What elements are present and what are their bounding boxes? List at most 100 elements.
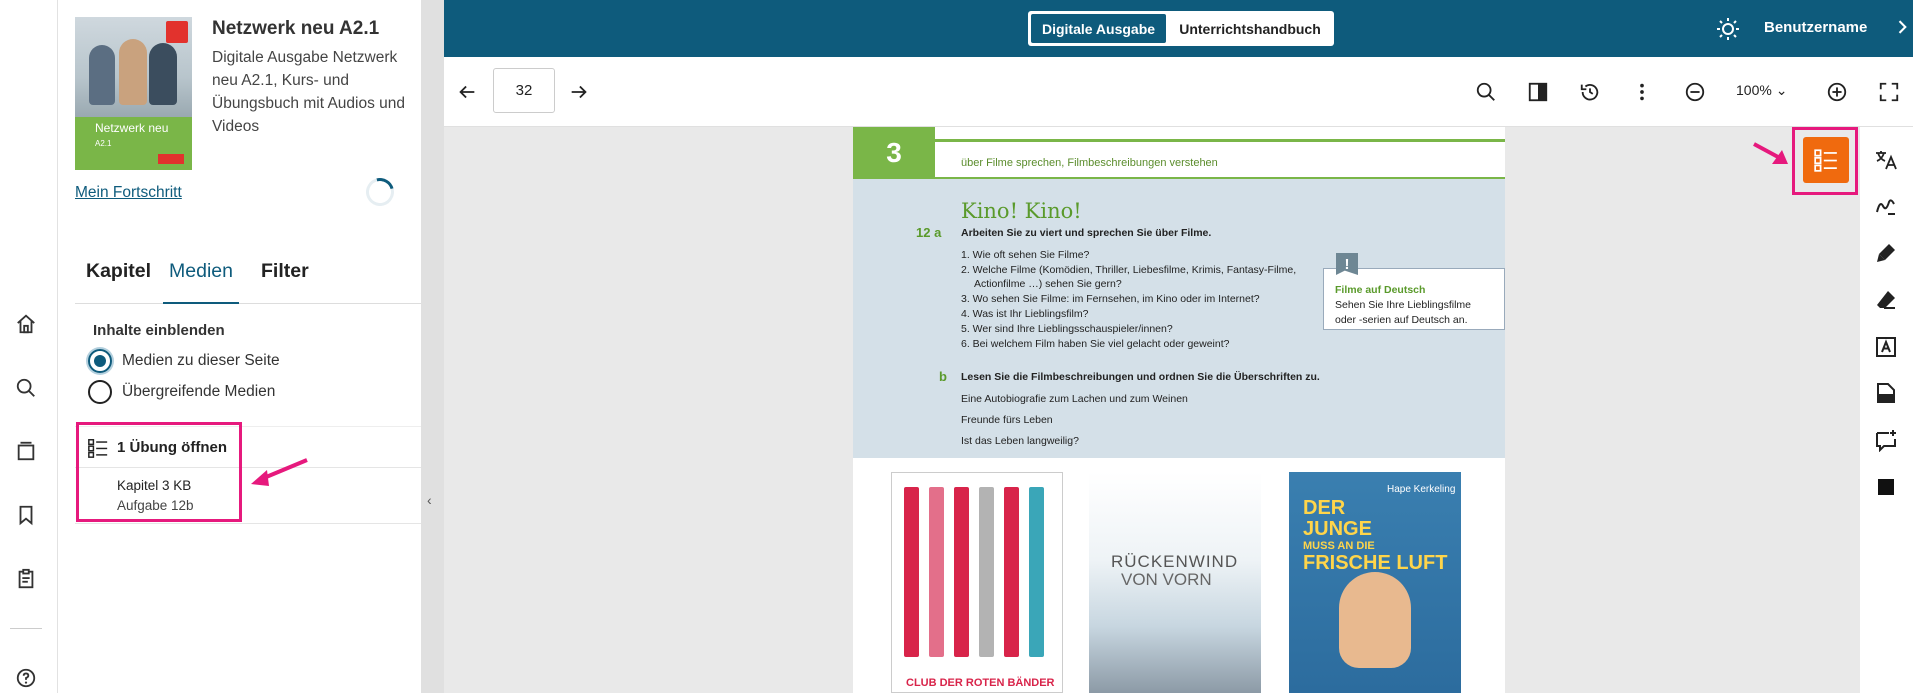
poster-title: VON VORN: [1121, 570, 1212, 589]
question: 6. Bei welchem Film haben Sie viel gelac…: [961, 338, 1230, 350]
cover-person: [89, 45, 115, 105]
pointer-arrow-icon: [1753, 142, 1788, 164]
square-icon[interactable]: [1873, 474, 1899, 500]
search-icon[interactable]: [13, 375, 39, 401]
sidebar: Netzwerk neu A2.1 Netzwerk neu A2.1 Digi…: [58, 0, 421, 693]
poster-title: RÜCKENWIND: [1111, 552, 1239, 571]
sun-icon[interactable]: [1716, 17, 1740, 41]
teacher-handbook-button[interactable]: Unterrichtshandbuch: [1168, 14, 1332, 43]
history-icon[interactable]: [1577, 79, 1603, 105]
highlight-frame: [1792, 127, 1858, 195]
question: Actionfilme …) sehen Sie gern?: [974, 278, 1122, 290]
more-vertical-icon[interactable]: [1629, 79, 1655, 105]
double-page-icon[interactable]: [1525, 79, 1551, 105]
chapter-number: 3: [853, 127, 935, 179]
radio-general-media[interactable]: Übergreifende Medien: [88, 379, 275, 405]
poster-ribbon: [904, 487, 919, 657]
poster-figure: [1339, 572, 1411, 668]
poster-title-line: FRISCHE LUFT: [1303, 552, 1448, 574]
help-icon[interactable]: [13, 665, 39, 691]
task-instruction: Lesen Sie die Filmbeschreibungen und ord…: [961, 371, 1320, 383]
heading-option: Eine Autobiografie zum Lachen und zum We…: [961, 393, 1188, 405]
task-number: 12 a: [916, 225, 942, 240]
radio-button[interactable]: [88, 380, 112, 404]
viewer-toolbar: 100% ⌄: [444, 57, 1913, 127]
home-icon[interactable]: [13, 311, 39, 337]
tab-medien[interactable]: Medien: [163, 250, 239, 304]
sidebar-tabs: Kapitel Medien Filter: [75, 250, 421, 304]
pen-icon[interactable]: [1873, 193, 1899, 219]
poster-ribbon: [954, 487, 969, 657]
arrow-right-icon[interactable]: [566, 79, 592, 105]
poster-ribbon: [979, 487, 994, 657]
progress-link[interactable]: Mein Fortschritt: [75, 184, 182, 202]
cover-title: Netzwerk neu: [95, 121, 169, 135]
poster-ribbon: [1029, 487, 1044, 657]
fullscreen-icon[interactable]: [1876, 79, 1902, 105]
movie-poster: CLUB DER ROTEN BÄNDER: [891, 472, 1063, 693]
chevron-down-icon: ⌄: [1775, 82, 1788, 98]
task-instruction: Arbeiten Sie zu viert und sprechen Sie ü…: [961, 227, 1212, 239]
sidebar-collapse-toggle[interactable]: ‹: [421, 0, 444, 693]
info-box: Filme auf Deutsch Sehen Sie Ihre Lieblin…: [1323, 268, 1505, 330]
tab-filter[interactable]: Filter: [261, 250, 309, 304]
question: 4. Was ist Ihr Lieblingsfilm?: [961, 308, 1089, 320]
book-page: 3 über Filme sprechen, Filmbeschreibunge…: [853, 127, 1505, 693]
cover-person: [119, 39, 147, 105]
info-text: oder -serien auf Deutsch an.: [1335, 314, 1468, 326]
rail-separator: [10, 628, 42, 629]
username[interactable]: Benutzername: [1764, 19, 1867, 36]
lesson-title: Kino! Kino!: [961, 199, 1082, 223]
radio-button[interactable]: [88, 349, 112, 373]
info-title: Filme auf Deutsch: [1335, 284, 1426, 296]
top-bar: Digitale Ausgabe Unterrichtshandbuch Ben…: [444, 0, 1913, 57]
cover-badge: [158, 154, 184, 164]
info-text: Sehen Sie Ihre Lieblingsfilme: [1335, 299, 1471, 311]
edition-switcher: Digitale Ausgabe Unterrichtshandbuch: [1028, 11, 1334, 46]
zoom-in-icon[interactable]: [1824, 79, 1850, 105]
question: 5. Wer sind Ihre Lieblingsschauspieler/i…: [961, 323, 1173, 335]
book-title: Netzwerk neu A2.1: [212, 18, 380, 39]
clipboard-icon[interactable]: [13, 566, 39, 592]
heading-option: Freunde fürs Leben: [961, 414, 1053, 426]
page-number-input[interactable]: [493, 68, 555, 113]
progress-spinner: [360, 172, 400, 212]
pointer-arrow-icon: [251, 458, 308, 486]
publisher-logo: [166, 21, 188, 43]
header-line: [935, 139, 1505, 142]
chevron-right-icon[interactable]: [1892, 17, 1912, 37]
highlighter-icon[interactable]: [1873, 240, 1899, 266]
search-icon[interactable]: [1473, 79, 1499, 105]
cover-subtitle: A2.1: [95, 139, 112, 148]
chevron-left-icon: ‹: [427, 492, 432, 508]
eraser-icon[interactable]: [1873, 287, 1899, 313]
poster-title: DER JUNGE MUSS AN DIE FRISCHE LUFT: [1303, 498, 1447, 574]
radio-label: Medien zu dieser Seite: [122, 352, 280, 369]
poster-title-line: JUNGE: [1303, 518, 1372, 540]
tab-kapitel[interactable]: Kapitel: [86, 250, 151, 304]
cover-person: [149, 43, 177, 105]
zoom-select[interactable]: 100% ⌄: [1736, 82, 1787, 99]
library-icon[interactable]: [13, 438, 39, 464]
note-icon[interactable]: [1873, 380, 1899, 406]
question: 1. Wie oft sehen Sie Filme?: [961, 249, 1090, 261]
add-comment-icon[interactable]: [1873, 427, 1899, 453]
bookmark-icon[interactable]: [13, 502, 39, 528]
question: 2. Welche Filme (Komödien, Thriller, Lie…: [961, 264, 1297, 276]
zoom-value: 100%: [1736, 82, 1772, 98]
zoom-out-icon[interactable]: [1682, 79, 1708, 105]
arrow-left-icon[interactable]: [454, 79, 480, 105]
digital-edition-button[interactable]: Digitale Ausgabe: [1031, 14, 1166, 43]
radio-label: Übergreifende Medien: [122, 383, 276, 400]
book-cover[interactable]: Netzwerk neu A2.1: [75, 17, 192, 170]
poster-title-line: DER: [1303, 497, 1346, 519]
text-box-icon[interactable]: [1873, 334, 1899, 360]
movie-poster: Hape Kerkeling DER JUNGE MUSS AN DIE FRI…: [1289, 472, 1461, 693]
heading-option: Ist das Leben langweilig?: [961, 435, 1079, 447]
question: 3. Wo sehen Sie Filme: im Fernsehen, im …: [961, 293, 1260, 305]
book-description: Digitale Ausgabe Netzwerk neu A2.1, Kurs…: [212, 49, 406, 135]
translate-icon[interactable]: [1873, 147, 1899, 173]
radio-media-this-page[interactable]: Medien zu dieser Seite: [88, 348, 280, 374]
left-rail: [0, 0, 58, 693]
page-header: [853, 127, 1505, 179]
